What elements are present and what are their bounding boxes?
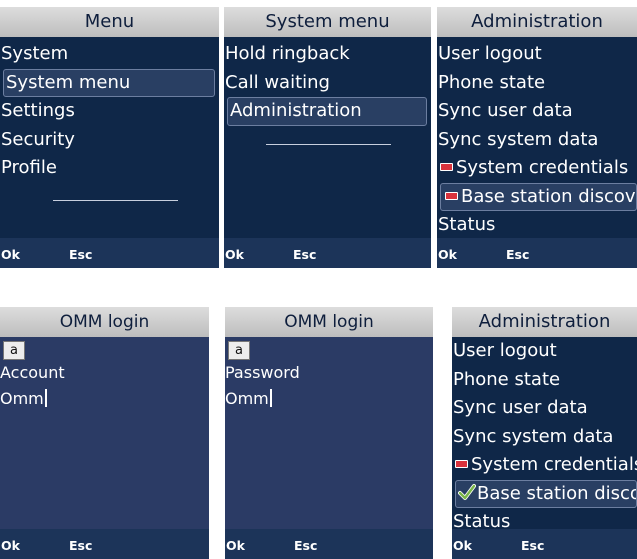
menu-item-label: System credentials xyxy=(456,157,629,178)
ok-softkey[interactable]: Ok xyxy=(225,247,244,262)
administration-screen: Administration User logout Phone state S… xyxy=(437,7,637,268)
esc-softkey[interactable]: Esc xyxy=(69,247,92,262)
menu-item-sync-user-data[interactable]: Sync user data xyxy=(437,97,637,126)
password-label: Password xyxy=(225,363,300,382)
menu-item-system-credentials[interactable]: System credentials xyxy=(437,154,637,183)
menu-screen: Menu System System menu Settings Securit… xyxy=(0,7,219,268)
password-input-value: Omm xyxy=(225,389,269,408)
red-bar-icon xyxy=(440,163,453,171)
menu-item-system-credentials[interactable]: System credentials xyxy=(452,451,637,480)
softkey-bar: Ok Esc xyxy=(0,238,219,268)
esc-softkey[interactable]: Esc xyxy=(293,247,316,262)
ok-softkey[interactable]: Ok xyxy=(1,538,20,553)
omm-login-title: OMM login xyxy=(0,307,209,337)
menu-item-label: System credentials xyxy=(471,454,637,475)
menu-title: Menu xyxy=(0,7,219,37)
end-of-list-separator xyxy=(53,200,178,201)
esc-softkey[interactable]: Esc xyxy=(506,247,529,262)
menu-item-system[interactable]: System xyxy=(0,40,219,69)
menu-item-call-waiting[interactable]: Call waiting xyxy=(224,69,431,98)
text-cursor xyxy=(269,389,272,407)
account-input[interactable]: Omm xyxy=(0,389,47,408)
esc-softkey[interactable]: Esc xyxy=(69,538,92,553)
input-mode-indicator: a xyxy=(3,341,25,360)
menu-item-settings[interactable]: Settings xyxy=(0,97,219,126)
esc-softkey[interactable]: Esc xyxy=(294,538,317,553)
softkey-bar: Ok Esc xyxy=(452,529,637,559)
menu-item-hold-ringback[interactable]: Hold ringback xyxy=(224,40,431,69)
end-of-list-separator xyxy=(266,144,391,145)
omm-login-title: OMM login xyxy=(225,307,433,337)
system-menu-screen: System menu Hold ringback Call waiting A… xyxy=(224,7,431,268)
ok-softkey[interactable]: Ok xyxy=(226,538,245,553)
menu-item-sync-system-data[interactable]: Sync system data xyxy=(452,423,637,452)
menu-item-status[interactable]: Status xyxy=(437,211,637,240)
menu-item-sync-system-data[interactable]: Sync system data xyxy=(437,126,637,155)
input-mode-indicator: a xyxy=(228,341,250,360)
password-input[interactable]: Omm xyxy=(225,389,272,408)
menu-item-base-station-discovery[interactable]: Base station discovery xyxy=(455,479,637,508)
red-bar-icon xyxy=(445,191,458,200)
menu-item-profile[interactable]: Profile xyxy=(0,154,219,183)
administration-title: Administration xyxy=(437,7,637,37)
menu-item-label: Base station discovery xyxy=(477,482,636,504)
menu-item-phone-state[interactable]: Phone state xyxy=(437,69,637,98)
menu-item-user-logout[interactable]: User logout xyxy=(437,40,637,69)
softkey-bar: Ok Esc xyxy=(224,238,431,268)
softkey-bar: Ok Esc xyxy=(437,238,637,268)
menu-item-base-station-discovery[interactable]: Base station discovery xyxy=(440,182,637,211)
green-check-icon xyxy=(458,484,476,500)
esc-softkey[interactable]: Esc xyxy=(521,538,544,553)
administration-screen-result: Administration User logout Phone state S… xyxy=(452,307,637,559)
ok-softkey[interactable]: Ok xyxy=(1,247,20,262)
red-bar-icon xyxy=(455,460,468,468)
menu-item-security[interactable]: Security xyxy=(0,126,219,155)
softkey-bar: Ok Esc xyxy=(0,529,209,559)
omm-login-account-screen: OMM login a Account Omm Ok Esc xyxy=(0,307,209,559)
menu-item-system-menu[interactable]: System menu xyxy=(3,68,215,97)
ok-softkey[interactable]: Ok xyxy=(438,247,457,262)
ok-softkey[interactable]: Ok xyxy=(453,538,472,553)
account-input-value: Omm xyxy=(0,389,44,408)
omm-login-password-screen: OMM login a Password Omm Ok Esc xyxy=(225,307,433,559)
menu-item-label: Base station discovery xyxy=(461,185,636,207)
menu-item-sync-user-data[interactable]: Sync user data xyxy=(452,394,637,423)
administration-title: Administration xyxy=(452,307,637,337)
menu-item-user-logout[interactable]: User logout xyxy=(452,337,637,366)
softkey-bar: Ok Esc xyxy=(225,529,433,559)
system-menu-title: System menu xyxy=(224,7,431,37)
menu-item-administration[interactable]: Administration xyxy=(227,97,427,126)
text-cursor xyxy=(44,389,47,407)
menu-item-phone-state[interactable]: Phone state xyxy=(452,366,637,395)
account-label: Account xyxy=(0,363,65,382)
